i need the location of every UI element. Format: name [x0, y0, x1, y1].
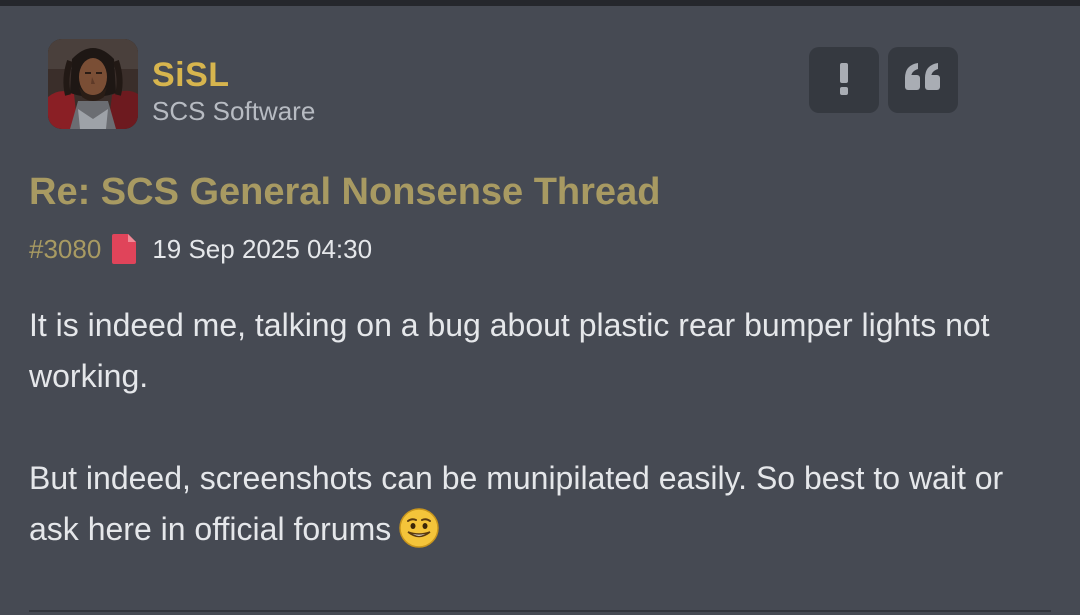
post-divider	[29, 610, 1051, 612]
quote-button[interactable]	[888, 47, 958, 113]
user-avatar[interactable]	[48, 39, 138, 129]
avatar-image	[48, 39, 138, 129]
post-meta: #3080 19 Sep 2025 04:30	[29, 231, 372, 267]
smile-emoji-icon	[399, 508, 439, 548]
quote-icon	[905, 63, 940, 90]
top-bar	[0, 0, 1080, 6]
post-paragraph-text: But indeed, screenshots can be munipilat…	[29, 460, 1004, 547]
author-name[interactable]: SiSL	[152, 55, 230, 95]
report-button[interactable]	[809, 47, 879, 113]
document-icon	[112, 234, 137, 264]
post-paragraph: It is indeed me, talking on a bug about …	[29, 307, 990, 394]
author-title: SCS Software	[152, 96, 316, 126]
post-paragraph: But indeed, screenshots can be munipilat…	[29, 453, 1049, 555]
post-timestamp: 19 Sep 2025 04:30	[152, 233, 373, 264]
post-title[interactable]: Re: SCS General Nonsense Thread	[29, 168, 660, 216]
post-body: It is indeed me, talking on a bug about …	[29, 300, 1049, 555]
post-number-link[interactable]: #3080	[29, 234, 101, 265]
exclamation-icon	[840, 63, 848, 95]
